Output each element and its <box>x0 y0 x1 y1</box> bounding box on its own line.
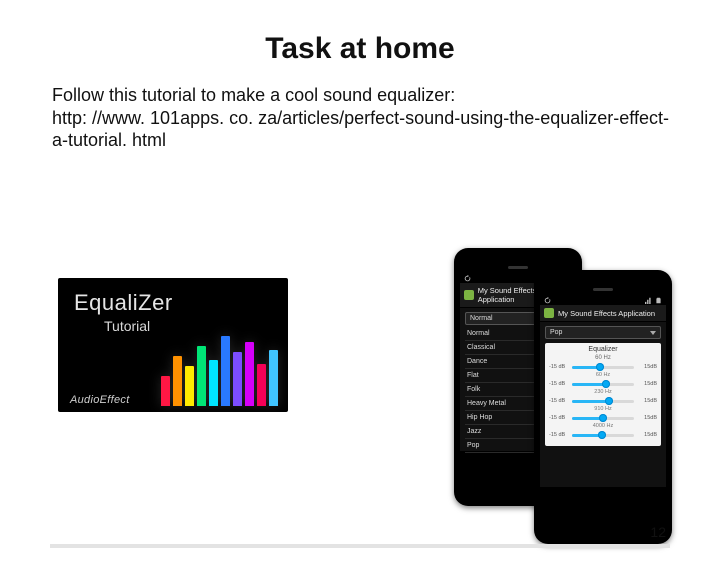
refresh-icon <box>544 297 551 304</box>
eq-bar <box>221 336 230 406</box>
slider-thumb[interactable] <box>598 431 606 439</box>
band-max-label: 15dB <box>637 432 657 438</box>
band-freq-label: 230 Hz <box>549 389 657 395</box>
eq-band: -15 dB 15dB <box>549 381 657 387</box>
footer-rule <box>50 544 670 548</box>
app-icon <box>464 290 474 300</box>
slider-thumb[interactable] <box>602 380 610 388</box>
battery-icon <box>655 297 662 304</box>
eq-band: -15 dB 15dB <box>549 415 657 421</box>
phone-earpiece <box>508 266 528 269</box>
slide-title: Task at home <box>0 32 720 66</box>
band-min-label: -15 dB <box>549 381 569 387</box>
band-min-label: -15 dB <box>549 415 569 421</box>
eq-band: -15 dB 15dB <box>549 432 657 438</box>
slider-thumb[interactable] <box>599 414 607 422</box>
eq-band: -15 dB 15dB <box>549 398 657 404</box>
equalizer-word: EqualiZer <box>74 290 173 316</box>
preset-spinner[interactable]: Pop <box>545 326 661 339</box>
equalizer-tutorial-card: EqualiZer Tutorial AudioEffect <box>58 278 288 412</box>
tutorial-word: Tutorial <box>104 318 288 334</box>
eq-bar <box>197 346 206 406</box>
audioeffect-label: AudioEffect <box>70 394 130 406</box>
body-line-1: Follow this tutorial to make a cool soun… <box>52 85 455 105</box>
eq-bar <box>245 342 254 406</box>
signal-icon <box>645 297 652 304</box>
slider-thumb[interactable] <box>605 397 613 405</box>
eq-bar <box>233 352 242 406</box>
eq-band: -15 dB 15dB <box>549 364 657 370</box>
band-max-label: 15dB <box>637 398 657 404</box>
equalizer-panel-title: Equalizer <box>549 346 657 353</box>
eq-bar <box>173 356 182 406</box>
band-max-label: 15dB <box>637 364 657 370</box>
equalizer-bars-graphic <box>161 336 278 406</box>
phone-earpiece <box>593 288 613 291</box>
eq-bar <box>269 350 278 406</box>
equalizer-panel: Equalizer 60 Hz -15 dB 15dB 60 Hz -15 dB 15d… <box>545 343 661 446</box>
band-slider[interactable] <box>572 434 634 437</box>
equalizer-panel-subtitle: 60 Hz <box>549 355 657 361</box>
eq-bar <box>257 364 266 406</box>
band-max-label: 15dB <box>637 381 657 387</box>
band-slider[interactable] <box>572 400 634 403</box>
band-freq-label: 60 Hz <box>549 372 657 378</box>
band-max-label: 15dB <box>637 415 657 421</box>
band-slider[interactable] <box>572 417 634 420</box>
band-slider[interactable] <box>572 366 634 369</box>
app-icon <box>544 308 554 318</box>
refresh-icon <box>464 275 471 282</box>
band-slider[interactable] <box>572 383 634 386</box>
band-freq-label: 4000 Hz <box>549 423 657 429</box>
chevron-down-icon <box>650 331 656 335</box>
phone-mock-equalizer: My Sound Effects Application Pop Equaliz… <box>534 270 672 544</box>
app-title-text: My Sound Effects Application <box>558 309 655 318</box>
app-title-bar: My Sound Effects Application <box>540 305 666 322</box>
preset-spinner-value: Pop <box>550 329 562 336</box>
preset-spinner-value: Normal <box>470 315 493 322</box>
eq-bar <box>209 360 218 406</box>
band-min-label: -15 dB <box>549 398 569 404</box>
band-min-label: -15 dB <box>549 432 569 438</box>
page-number: 12 <box>650 524 666 540</box>
eq-bar <box>185 366 194 406</box>
body-line-2: http: //www. 101apps. co. za/articles/pe… <box>52 108 669 151</box>
body-text: Follow this tutorial to make a cool soun… <box>52 84 672 152</box>
band-min-label: -15 dB <box>549 364 569 370</box>
status-bar <box>540 295 666 305</box>
band-freq-label: 910 Hz <box>549 406 657 412</box>
eq-bar <box>161 376 170 406</box>
slider-thumb[interactable] <box>596 363 604 371</box>
